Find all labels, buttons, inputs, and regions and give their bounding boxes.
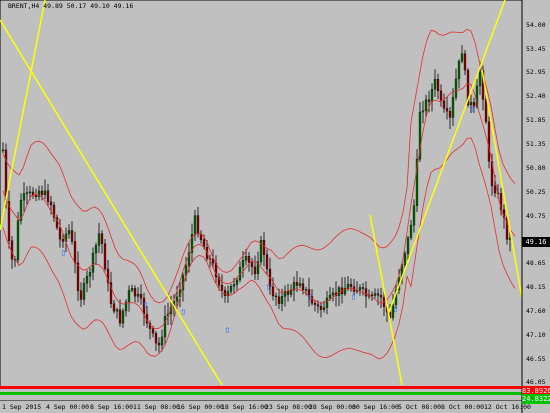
arrow-up-icon: ⇧ (142, 301, 149, 310)
price-tick: 46.55 (526, 355, 546, 363)
arrow-up-icon: ⇧ (350, 293, 357, 302)
price-tick: 47.10 (526, 331, 546, 339)
arrow-up-icon: ⇧ (180, 308, 187, 317)
indicator-lower-band (0, 392, 522, 395)
price-chart[interactable]: ⇧ ⇧ ⇧ ⇧ ⇧ ⇧ ⇧ ⇧ ⇧ (0, 0, 550, 413)
arrow-up-icon: ⇧ (470, 105, 477, 114)
current-price-tag: 49.16 (522, 237, 550, 247)
indicator-panel (0, 386, 522, 400)
price-tick: 49.75 (526, 212, 546, 220)
time-tick: 30 Sep 16:00 (352, 403, 399, 411)
arrow-up-icon: ⇧ (224, 326, 231, 335)
time-tick: 5 Oct 08:00 (398, 403, 442, 411)
chart-frame (0, 0, 523, 401)
indicator-upper-band (0, 386, 522, 389)
trendline[interactable] (0, 19, 223, 386)
time-tick: 4 Sep 00:00 (46, 403, 90, 411)
price-tick: 52.40 (526, 92, 546, 100)
price-tick: 51.85 (526, 116, 546, 124)
price-tick: 50.25 (526, 188, 546, 196)
time-tick: 8 Sep 16:00 (90, 403, 134, 411)
price-tick: 52.95 (526, 68, 546, 76)
arrow-up-icon: ⇧ (307, 293, 314, 302)
chart-window[interactable]: ⇧ ⇧ ⇧ ⇧ ⇧ ⇧ ⇧ ⇧ ⇧ BRENT,H4 49.89 50.17 49.10 49.… (0, 0, 550, 413)
price-tick: 51.35 (526, 140, 546, 148)
time-tick: 8 Oct 00:00 (441, 403, 485, 411)
price-tick: 47.60 (526, 307, 546, 315)
time-tick: 28 Sep 00:00 (309, 403, 356, 411)
trendline[interactable] (481, 69, 523, 299)
price-tick: 48.15 (526, 283, 546, 291)
price-tick: 54.00 (526, 21, 546, 29)
time-tick: 11 Sep 08:00 (133, 403, 180, 411)
price-tick: 48.65 (526, 259, 546, 267)
trendlines[interactable] (0, 0, 523, 386)
price-tick: 50.80 (526, 164, 546, 172)
price-tick: 53.45 (526, 45, 546, 53)
trendline[interactable] (387, 0, 506, 316)
chart-title: BRENT,H4 49.89 50.17 49.10 49.16 (8, 2, 133, 10)
arrow-up-icon: ⇧ (265, 283, 272, 292)
candlestick-series (1, 45, 512, 353)
time-tick: 12 Oct 16:00 (484, 403, 531, 411)
time-tick: 16 Sep 00:00 (177, 403, 224, 411)
price-tick: 46.05 (526, 378, 546, 386)
time-tick: 1 Sep 2015 (2, 403, 42, 411)
symbol-label: BRENT,H4 (8, 2, 40, 10)
arrow-up-icon: ⇧ (392, 305, 399, 314)
trendline[interactable] (369, 214, 403, 386)
time-tick: 23 Sep 08:00 (265, 403, 312, 411)
arrow-up-icon: ⇧ (60, 249, 67, 258)
time-tick: 18 Sep 16:00 (221, 403, 268, 411)
ohlc-readout: 49.89 50.17 49.10 49.16 (43, 2, 134, 10)
